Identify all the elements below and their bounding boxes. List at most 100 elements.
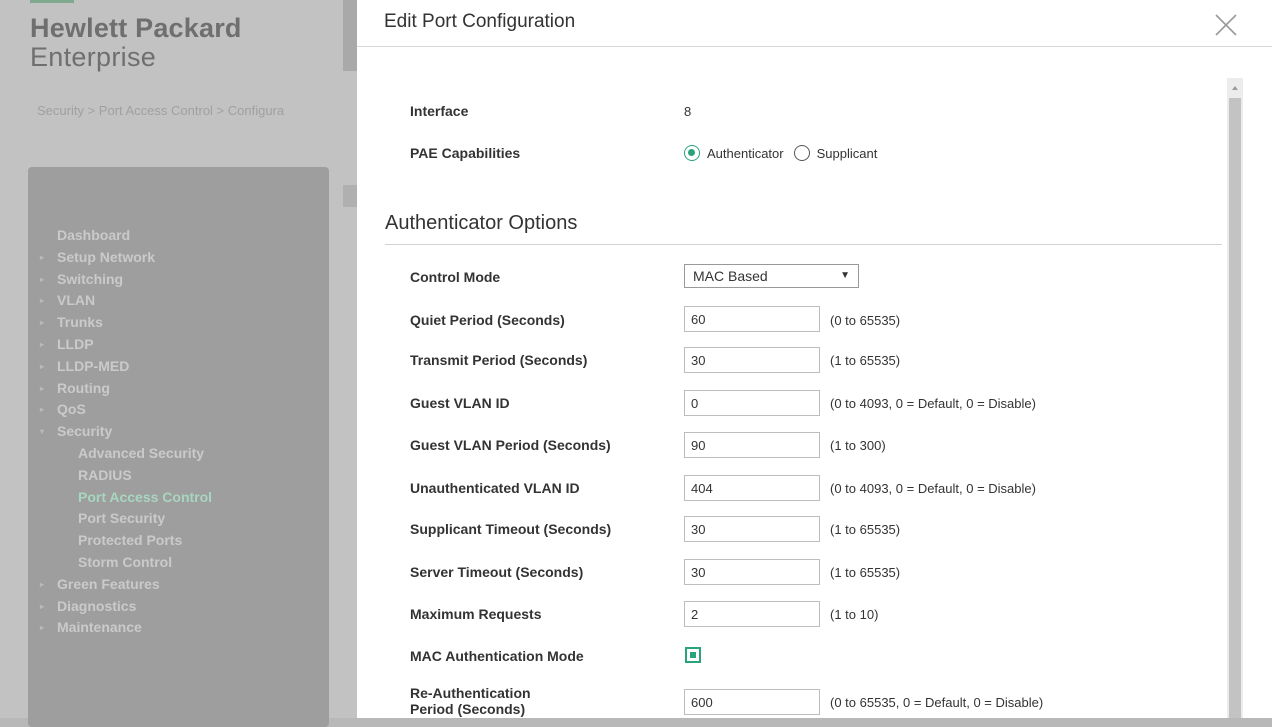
sidebar-item-label: Diagnostics [57,597,137,614]
background-panel-edge [343,0,357,71]
pae-capabilities-label: PAE Capabilities [410,145,521,161]
sidebar-item-radius[interactable]: RADIUS [28,465,329,487]
scrollbar[interactable] [1227,78,1243,718]
guest-vlan-period-hint: (1 to 300) [830,438,886,453]
reauthentication-period-hint: (0 to 65535, 0 = Default, 0 = Disable) [830,695,1044,710]
sidebar-item-protected-ports[interactable]: Protected Ports [28,530,329,552]
scrollbar-thumb[interactable] [1229,98,1241,718]
chevron-right-icon: ▸ [37,430,47,435]
sidebar-item-label: LLDP-MED [57,357,130,374]
supplicant-timeout-input[interactable] [684,516,820,542]
sidebar-item-label: Security [57,423,113,440]
sidebar-item-label: LLDP [57,335,94,352]
section-divider [385,244,1222,245]
sidebar-item-qos[interactable]: ▸ QoS [28,399,329,421]
sidebar-item-label: Switching [57,270,124,287]
sidebar-item-lldp[interactable]: ▸ LLDP [28,334,329,356]
quiet-period-input[interactable] [684,306,820,332]
sidebar-item-label: Routing [57,379,110,396]
control-mode-selected-value: MAC Based [693,268,768,284]
unauthenticated-vlan-id-label: Unauthenticated VLAN ID [410,480,580,496]
sidebar-item-label: Storm Control [78,553,173,570]
sidebar-item-label: VLAN [57,292,96,309]
transmit-period-input[interactable] [684,347,820,373]
sidebar-item-vlan[interactable]: ▸ VLAN [28,290,329,312]
transmit-period-hint: (1 to 65535) [830,353,901,368]
chevron-right-icon: ▸ [40,601,45,611]
supplicant-timeout-label: Supplicant Timeout (Seconds) [410,521,612,537]
server-timeout-input[interactable] [684,559,820,585]
sidebar-item-label: Dashboard [57,227,131,243]
chevron-right-icon: ▸ [40,252,45,262]
unauthenticated-vlan-id-hint: (0 to 4093, 0 = Default, 0 = Disable) [830,481,1036,496]
dialog-title: Edit Port Configuration [384,11,576,32]
chevron-right-icon: ▸ [40,339,45,349]
quiet-period-hint: (0 to 65535) [830,313,901,328]
authenticator-options-heading: Authenticator Options [385,212,578,234]
sidebar: Dashboard ▸ Setup Network ▸ Switching ▸ VLAN ▸ T… [28,167,329,727]
dialog-header: Edit Port Configuration [357,0,1272,47]
chevron-right-icon: ▸ [40,296,45,306]
sidebar-item-label: Trunks [57,314,103,331]
maximum-requests-input[interactable] [684,601,820,627]
logo-line2: Enterprise [30,42,157,72]
guest-vlan-period-label: Guest VLAN Period (Seconds) [410,437,611,453]
mac-authentication-mode-checkbox[interactable] [685,647,701,663]
server-timeout-hint: (1 to 65535) [830,565,901,580]
transmit-period-label: Transmit Period (Seconds) [410,352,588,368]
scroll-up-arrow-icon[interactable] [1227,78,1243,98]
sidebar-item-advanced-security[interactable]: Advanced Security [28,443,329,465]
control-mode-select[interactable]: MAC Based ▼ [684,264,859,288]
sidebar-item-port-access-control[interactable]: Port Access Control [28,487,329,509]
sidebar-nav: Dashboard ▸ Setup Network ▸ Switching ▸ VLAN ▸ T… [28,225,329,639]
edit-port-configuration-dialog: Edit Port Configuration Interface 8 PAE … [357,0,1272,718]
close-icon[interactable] [1211,10,1241,40]
interface-label: Interface [410,103,469,119]
guest-vlan-id-hint: (0 to 4093, 0 = Default, 0 = Disable) [830,396,1036,411]
guest-vlan-period-input[interactable] [684,432,820,458]
sidebar-item-port-security[interactable]: Port Security [28,508,329,530]
sidebar-item-label: QoS [57,401,86,418]
sidebar-item-label: Port Security [78,510,166,527]
authenticator-radio-label[interactable]: Authenticator [707,146,784,161]
quiet-period-label: Quiet Period (Seconds) [410,312,565,328]
sidebar-item-maintenance[interactable]: ▸ Maintenance [28,617,329,639]
reauthentication-period-input[interactable] [684,689,820,715]
sidebar-item-storm-control[interactable]: Storm Control [28,552,329,574]
guest-vlan-id-input[interactable] [684,390,820,416]
maximum-requests-label: Maximum Requests [410,606,542,622]
sidebar-item-green-features[interactable]: ▸ Green Features [28,574,329,596]
brand-bar [30,0,74,3]
sidebar-item-label: Port Access Control [78,488,213,505]
breadcrumb: Security > Port Access Control > Configu… [37,103,285,118]
sidebar-item-switching[interactable]: ▸ Switching [28,269,329,291]
supplicant-radio-label[interactable]: Supplicant [817,146,878,161]
sidebar-item-label: Maintenance [57,619,142,636]
supplicant-radio[interactable] [793,145,810,161]
chevron-right-icon: ▸ [40,623,45,633]
sidebar-item-dashboard[interactable]: Dashboard [28,225,329,247]
sidebar-item-label: Setup Network [57,248,156,265]
sidebar-item-setup-network[interactable]: ▸ Setup Network [28,247,329,269]
background-panel-box [343,185,357,207]
reauthentication-period-label: Re-Authentication Period (Seconds) [410,685,531,717]
sidebar-item-label: RADIUS [78,466,132,483]
mac-authentication-mode-label: MAC Authentication Mode [410,648,584,664]
sidebar-item-diagnostics[interactable]: ▸ Diagnostics [28,596,329,618]
unauthenticated-vlan-id-input[interactable] [684,475,820,501]
server-timeout-label: Server Timeout (Seconds) [410,564,584,580]
authenticator-radio[interactable] [684,145,700,161]
sidebar-item-trunks[interactable]: ▸ Trunks [28,312,329,334]
interface-value: 8 [684,104,692,119]
sidebar-item-security[interactable]: ▸ Security [28,421,329,443]
supplicant-timeout-hint: (1 to 65535) [830,522,901,537]
logo-line1: Hewlett Packard [30,13,242,43]
chevron-right-icon: ▸ [40,274,45,284]
chevron-right-icon: ▸ [40,405,45,415]
chevron-right-icon: ▸ [40,579,45,589]
reauthentication-period-label-line1: Re-Authentication [410,685,531,701]
reauthentication-period-label-line2: Period (Seconds) [410,701,526,717]
chevron-right-icon: ▸ [40,383,45,393]
sidebar-item-lldp-med[interactable]: ▸ LLDP-MED [28,356,329,378]
sidebar-item-routing[interactable]: ▸ Routing [28,378,329,400]
